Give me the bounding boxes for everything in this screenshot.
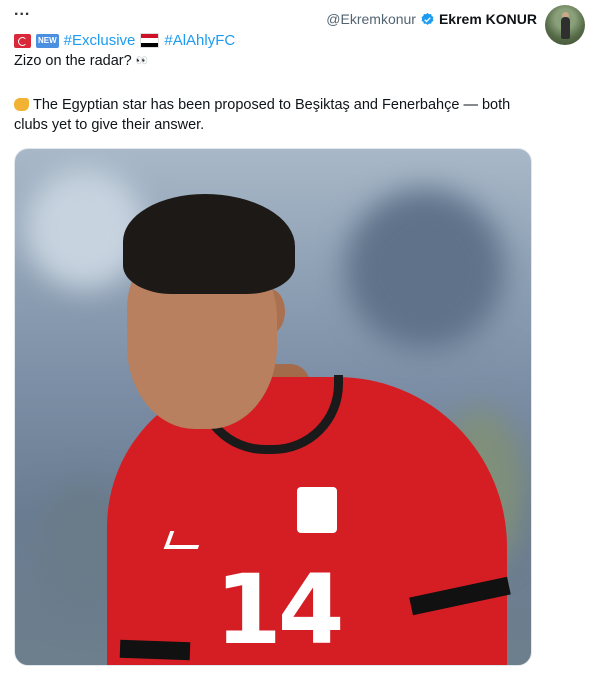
tweet-line: Zizo on the radar? 👀 [14, 53, 148, 69]
verified-icon [421, 12, 434, 25]
tweet-photo[interactable]: 14 [14, 148, 532, 666]
pointing-hand-icon [14, 98, 29, 111]
more-options-icon[interactable]: ... [14, 2, 30, 20]
tweet-body: The Egyptian star has been proposed to B… [14, 95, 544, 135]
tweet-body-text: The Egyptian star has been proposed to B… [14, 97, 511, 133]
author-handle[interactable]: @Ekremkonur [326, 11, 416, 27]
egypt-flag-icon [140, 33, 160, 48]
author-avatar[interactable] [545, 5, 585, 45]
turkey-flag-icon [14, 33, 31, 48]
author-header[interactable]: @Ekremkonur Ekrem KONUR [326, 11, 537, 27]
hashtag-alahlyfc[interactable]: #AlAhlyFC [164, 32, 235, 49]
tweet-tagline: NEW #Exclusive #AlAhlyFC [14, 32, 235, 49]
new-badge-icon: NEW [36, 33, 59, 48]
eyes-icon: 👀 [135, 55, 148, 67]
author-name[interactable]: Ekrem KONUR [439, 11, 537, 27]
jersey-number: 14 [215, 554, 345, 666]
tweet-line-text: Zizo on the radar? [14, 53, 132, 69]
hashtag-exclusive[interactable]: #Exclusive [64, 32, 136, 49]
